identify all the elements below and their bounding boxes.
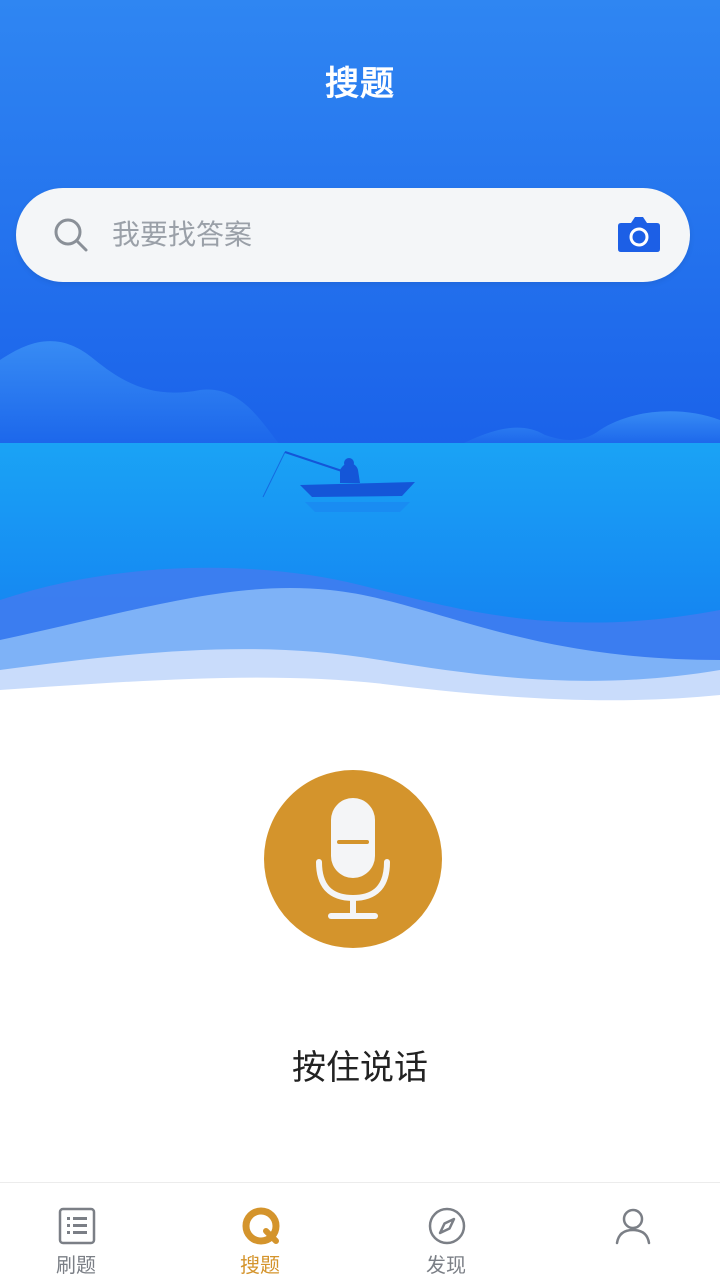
search-placeholder[interactable]: 我要找答案 [112, 188, 252, 282]
tab-practice[interactable]: 刷题 [16, 1183, 136, 1281]
page-title: 搜题 [325, 64, 395, 104]
tab-label: 发现 [426, 1253, 466, 1277]
bottom-tab-bar: 刷题 搜题 发现 [0, 1182, 720, 1281]
compass-icon [428, 1207, 466, 1245]
tab-profile[interactable] [572, 1183, 692, 1281]
search-tab-icon [242, 1207, 280, 1245]
voice-record-button[interactable] [264, 770, 442, 948]
camera-icon[interactable] [616, 214, 662, 254]
microphone-icon [316, 798, 390, 919]
hero-illustration [0, 0, 720, 720]
hold-to-talk-label: 按住说话 [292, 1048, 428, 1088]
tab-search[interactable]: 搜题 [200, 1183, 320, 1281]
search-bar[interactable]: 我要找答案 [16, 188, 690, 282]
search-icon [54, 218, 88, 252]
tab-label: 刷题 [56, 1253, 96, 1277]
tab-discover[interactable]: 发现 [386, 1183, 506, 1281]
profile-icon [615, 1208, 651, 1245]
lake-scene-illustration [0, 0, 720, 720]
tab-label: 搜题 [240, 1253, 280, 1277]
list-icon [58, 1207, 96, 1245]
